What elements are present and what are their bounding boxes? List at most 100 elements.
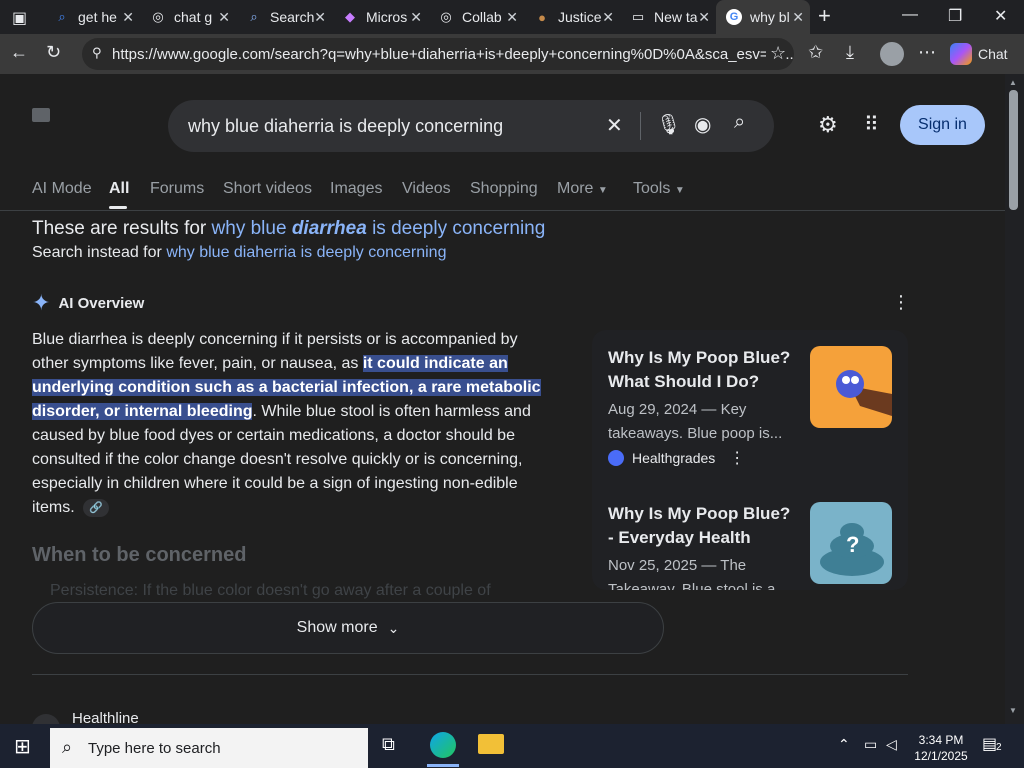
windows-start-icon[interactable]: ⊞ [14,734,31,759]
google-icon: G [726,9,742,25]
search-icon[interactable]: ⌕ [734,111,745,134]
tab-forums[interactable]: Forums [150,180,204,198]
source-site-row: Healthgrades ⋮ [608,448,745,468]
task-view-icon[interactable]: ⧉ [382,734,395,755]
corrected-query-end: is deeply concerning [372,218,546,239]
more-vert-icon[interactable]: ⋮ [892,292,910,313]
favorite-star-icon[interactable]: ☆ [766,43,787,64]
microphone-icon[interactable]: 🎙 [656,112,681,137]
back-arrow-icon[interactable]: ← [10,42,28,63]
address-bar[interactable]: ⚲ https://www.google.com/search?q=why+bl… [82,38,794,70]
network-icon[interactable]: ▭ [864,736,877,753]
source-thumbnail[interactable] [810,346,892,428]
tab-6[interactable]: ▭ New ta ✕ [620,0,716,34]
tab-actions-icon[interactable]: ▣ [12,8,27,28]
site-info-icon[interactable]: ⚲ [92,45,102,61]
tab-more-label: More [557,180,594,197]
source-description: Aug 29, 2024 — Key takeaways. Blue poop … [608,401,783,442]
scroll-up-icon[interactable]: ▲ [1009,78,1017,87]
sign-in-button[interactable]: Sign in [900,105,985,145]
tab-videos[interactable]: Videos [402,180,451,198]
volume-muted-icon[interactable]: ◁ [886,736,897,753]
file-explorer-icon[interactable] [478,734,504,754]
windows-taskbar: ⊞ ⌕ Type here to search ⧉ ⌃ ▭ ◁ 3:34 PM … [0,724,1024,768]
search-icon: ⌕ [250,9,258,24]
dropdown-caret-icon: ▼ [674,185,685,196]
notification-icon: ▤ [982,736,998,753]
chat-label: Chat [978,46,1008,62]
healthgrades-logo-icon [608,450,624,466]
new-tab-button[interactable]: + [818,3,831,29]
more-options-icon[interactable]: ⋯ [918,42,936,63]
google-logo-image[interactable] [32,108,50,122]
search-box[interactable]: why blue diaherria is deeply concerning … [168,100,774,152]
tab-0[interactable]: ⌕ get he ✕ [44,0,140,34]
close-icon[interactable]: ✕ [410,9,422,26]
scrollbar-thumb[interactable] [1009,90,1018,210]
source-title[interactable]: Why Is My Poop Blue? - Everyday Health [608,502,798,550]
window-close-icon[interactable]: ✕ [994,6,1007,26]
favorites-icon[interactable]: ✩ [808,42,823,63]
page-scrollbar[interactable]: ▲ ▼ [1005,74,1024,724]
close-icon[interactable]: ✕ [792,9,804,26]
source-thumbnail[interactable]: ? [810,502,892,584]
corrected-query-link[interactable]: why blue diarrhea is deeply concerning [212,218,546,239]
close-icon[interactable]: ✕ [698,9,710,26]
settings-gear-icon[interactable]: ⚙ [818,112,838,138]
system-clock[interactable]: 3:34 PM 12/1/2025 [908,732,974,764]
taskbar-search-box[interactable]: ⌕ Type here to search [50,728,368,768]
edge-browser-icon[interactable] [430,732,456,758]
link-icon[interactable]: 🔗 [83,498,110,517]
tab-1[interactable]: ◎ chat g ✕ [140,0,236,34]
ai-overview-text: Blue diarrhea is deeply concerning if it… [32,328,552,520]
profile-avatar-icon[interactable] [880,42,904,66]
tab-5[interactable]: ● Justice ✕ [524,0,620,34]
tab-images[interactable]: Images [330,180,382,198]
camera-lens-icon[interactable]: ◉ [694,112,711,137]
tab-4[interactable]: ◎ Collab ✕ [428,0,524,34]
healthline-favicon-icon [32,714,60,724]
tab-3[interactable]: ◆ Micros ✕ [332,0,428,34]
maximize-icon[interactable]: ❐ [948,6,962,26]
tab-short-videos[interactable]: Short videos [223,180,312,198]
close-icon[interactable]: ✕ [314,9,326,26]
show-more-label: Show more [296,619,378,636]
close-icon[interactable]: ✕ [602,9,614,26]
url-text: https://www.google.com/search?q=why+blue… [112,45,794,63]
apps-grid-icon[interactable]: ⠿ [864,112,879,137]
search-instead-prefix: Search instead for [32,244,162,261]
tab-all[interactable]: All [109,180,129,198]
search-box-divider [640,112,641,140]
tab-ai-mode[interactable]: AI Mode [32,180,92,198]
close-icon[interactable]: ✕ [218,9,230,26]
search-query-text: why blue diaherria is deeply concerning [188,116,504,136]
show-more-button[interactable]: Show more ⌄ [32,602,664,654]
chevron-up-icon[interactable]: ⌃ [838,736,850,753]
tab-strip: ▣ ⌕ get he ✕ ◎ chat g ✕ ⌕ Search ✕ ◆ Mic… [0,0,1024,34]
original-query-link[interactable]: why blue diaherria is deeply concerning [166,244,446,261]
tab-shopping[interactable]: Shopping [470,180,538,198]
result-divider [32,674,908,675]
clear-icon[interactable]: ✕ [606,113,623,138]
source-site-name: Healthgrades [632,450,716,466]
downloads-icon[interactable]: ⤓ [846,42,854,63]
close-icon[interactable]: ✕ [506,9,518,26]
tab-tools[interactable]: Tools ▼ [633,180,685,198]
tab-2[interactable]: ⌕ Search ✕ [236,0,332,34]
browser-toolbar: ← ↻ ⚲ https://www.google.com/search?q=wh… [0,34,1024,74]
minimize-icon[interactable]: — [902,6,918,24]
copilot-icon: ◆ [345,9,355,24]
globe-icon: ◎ [440,9,452,24]
result-site-name[interactable]: Healthline [72,710,139,724]
more-vert-icon[interactable]: ⋮ [729,448,745,468]
source-title[interactable]: Why Is My Poop Blue? What Should I Do? [608,346,798,394]
copilot-chat-button[interactable]: Chat [950,39,1020,69]
refresh-icon[interactable]: ↻ [46,42,61,63]
tab-7[interactable]: G why bl ✕ [716,0,810,34]
taskbar-search-placeholder: Type here to search [88,739,221,757]
scroll-down-icon[interactable]: ▼ [1009,706,1017,715]
corrected-query-start: why blue [211,218,287,239]
tab-more[interactable]: More ▼ [557,180,608,198]
close-icon[interactable]: ✕ [122,9,134,26]
notifications-button[interactable]: ▤ 2 [982,734,1006,756]
